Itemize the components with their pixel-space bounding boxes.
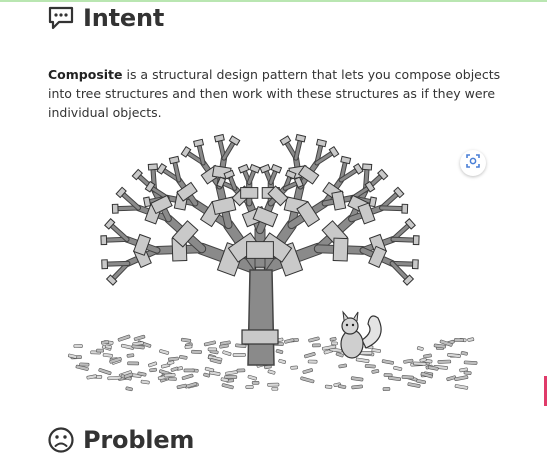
top-accent-line (0, 0, 547, 2)
page: Intent Composite is a structural design … (0, 0, 547, 476)
zoom-screenshot-icon (465, 153, 481, 173)
tree-with-squirrel-illustration (60, 120, 480, 400)
intent-heading: Intent (47, 4, 164, 32)
sad-face-icon (47, 426, 75, 454)
problem-heading: Problem (47, 426, 194, 454)
pattern-name: Composite (48, 66, 123, 82)
speech-bubble-icon (47, 5, 75, 31)
zoom-image-button[interactable] (460, 150, 486, 176)
intent-description: Composite is a structural design pattern… (48, 65, 503, 122)
intent-title: Intent (83, 4, 165, 32)
problem-title: Problem (83, 426, 195, 454)
